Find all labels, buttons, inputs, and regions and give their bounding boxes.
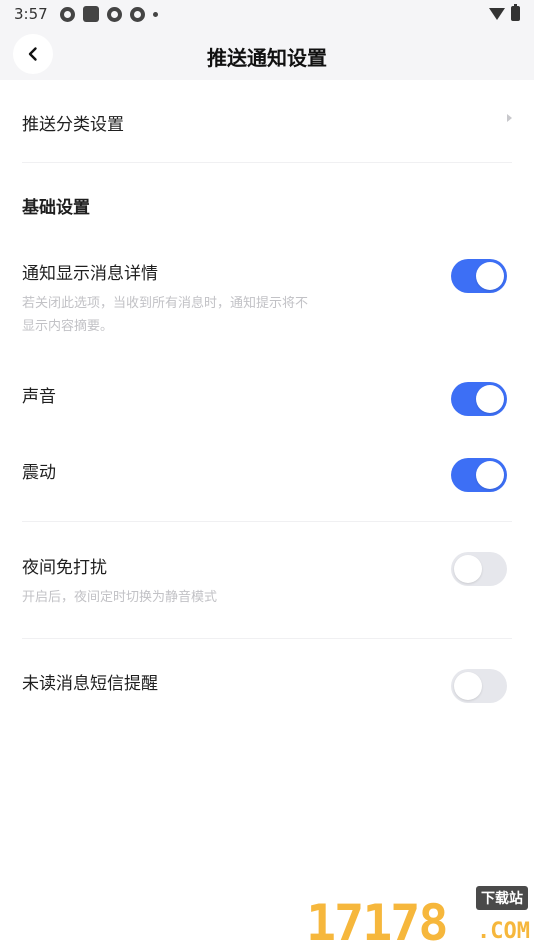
- status-bar: 3:57: [0, 0, 534, 28]
- vibration-label: 震动: [22, 463, 56, 483]
- watermark-logo: 17178 下载站 .COM: [306, 886, 534, 950]
- vibration-row: 震动: [22, 458, 512, 483]
- toggle-knob: [454, 672, 482, 700]
- app-square-icon: [82, 6, 99, 22]
- show-details-toggle[interactable]: [451, 259, 507, 293]
- sound-row: 声音: [22, 382, 512, 407]
- show-details-label: 通知显示消息详情: [22, 264, 158, 284]
- app-notification-icon: [106, 6, 122, 22]
- toggle-knob: [476, 262, 504, 290]
- sound-label: 声音: [22, 387, 56, 407]
- sms-reminder-label: 未读消息短信提醒: [22, 674, 158, 694]
- sms-reminder-row: 未读消息短信提醒: [22, 669, 512, 694]
- divider: [22, 162, 512, 163]
- more-notifications-icon: [152, 11, 158, 17]
- vibration-toggle[interactable]: [451, 458, 507, 492]
- system-indicators: [489, 4, 520, 21]
- chevron-right-icon: [507, 114, 512, 122]
- watermark-domain: .COM: [477, 919, 530, 944]
- show-details-row: 通知显示消息详情 若关闭此选项，当收到所有消息时，通知提示将不显示内容摘要。: [22, 259, 512, 338]
- watermark-badge: 下载站: [476, 886, 528, 910]
- battery-icon: [511, 4, 520, 21]
- status-time: 3:57: [14, 5, 48, 23]
- show-details-description: 若关闭此选项，当收到所有消息时，通知提示将不显示内容摘要。: [22, 296, 309, 334]
- status-icons: [59, 6, 158, 22]
- app-notification-icon: [129, 6, 145, 22]
- page-title: 推送通知设置: [207, 46, 327, 70]
- toggle-knob: [476, 461, 504, 489]
- sms-reminder-toggle[interactable]: [451, 669, 507, 703]
- divider: [22, 521, 512, 522]
- dnd-toggle[interactable]: [451, 552, 507, 586]
- wifi-icon: [489, 7, 505, 20]
- app-notification-icon: [59, 6, 75, 22]
- sound-toggle[interactable]: [451, 382, 507, 416]
- push-category-label: 推送分类设置: [22, 115, 124, 135]
- dnd-label: 夜间免打扰: [22, 558, 107, 578]
- section-title-basic: 基础设置: [22, 198, 90, 218]
- toggle-knob: [454, 555, 482, 583]
- dnd-row: 夜间免打扰 开启后，夜间定时切换为静音模式: [22, 553, 512, 609]
- watermark-number: 17178: [306, 894, 449, 950]
- toggle-knob: [476, 385, 504, 413]
- push-category-row[interactable]: 推送分类设置: [22, 110, 512, 136]
- header: 推送通知设置: [0, 28, 534, 80]
- dnd-description: 开启后，夜间定时切换为静音模式: [22, 590, 218, 605]
- divider: [22, 638, 512, 639]
